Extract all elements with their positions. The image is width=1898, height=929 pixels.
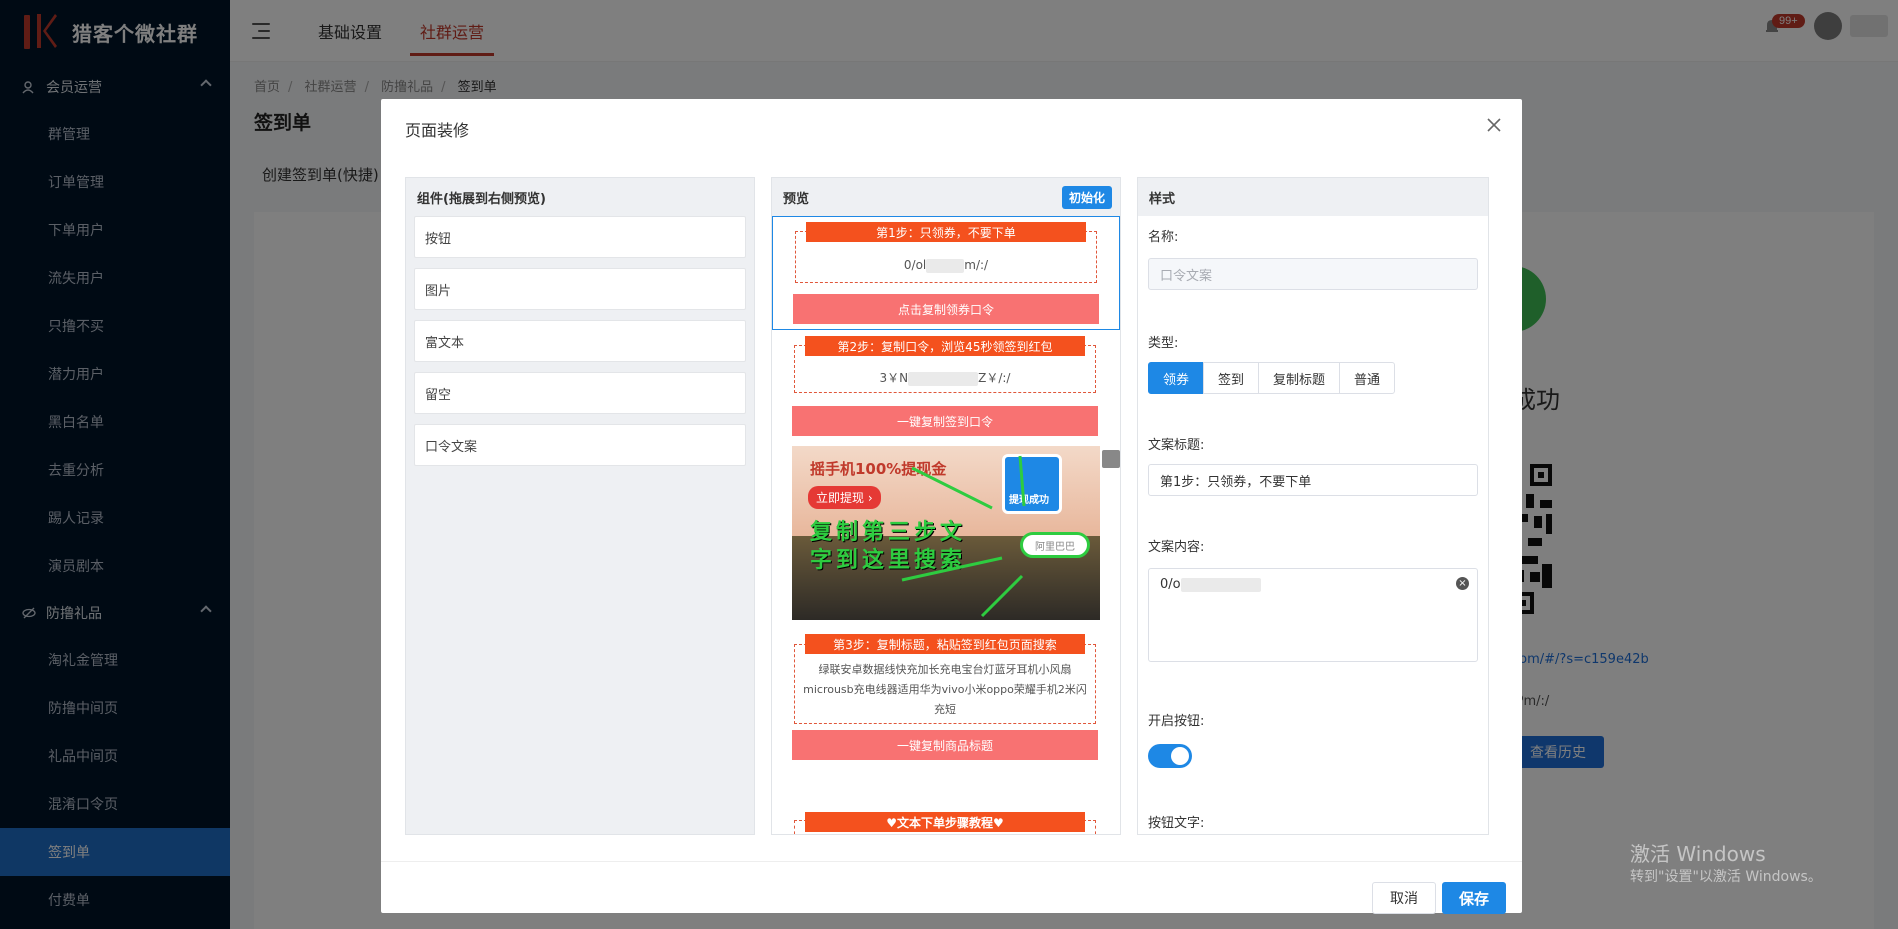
preview-block-step2[interactable]: 第2步：复制口令，浏览45秒领签到红包 3￥N Z￥/:/ 一键复制签到口令 — [772, 336, 1120, 440]
init-button[interactable]: 初始化 — [1061, 186, 1112, 209]
arrow-icon — [901, 455, 1026, 618]
preview-panel: 预览 初始化 第1步：只领券，不要下单 0/ol m/:/ 点击复制领券口令 第2… — [771, 177, 1121, 835]
name-input[interactable]: 口令文案 — [1148, 258, 1478, 290]
type-signin-option[interactable]: 签到 — [1203, 362, 1260, 394]
component-richtext[interactable]: 富文本 — [414, 320, 746, 362]
dialog-footer: 取消 保存 — [381, 861, 1522, 914]
step2-label: 第2步：复制口令，浏览45秒领签到红包 — [805, 336, 1085, 356]
enable-button-switch[interactable] — [1148, 744, 1192, 768]
cancel-button[interactable]: 取消 — [1372, 882, 1436, 914]
step3-text: 绿联安卓数据线快充加长充电宝台灯蓝牙耳机小风扇microusb充电线器适用华为v… — [803, 663, 1087, 716]
copy-content-label: 文案内容: — [1148, 540, 1205, 555]
promo-image[interactable]: 摇手机100%提现金 立即提现 › 提现成功 复制第三步文 字到这里搜索 阿里巴… — [792, 446, 1100, 620]
step4-label: ♥文本下单步骤教程♥ — [805, 812, 1085, 832]
step2-code: 3￥N Z￥/:/ — [879, 371, 1011, 386]
dialog-title: 页面装修 — [405, 121, 470, 140]
step1-label: 第1步：只领券，不要下单 — [806, 222, 1086, 242]
style-panel: 样式 名称: 口令文案 类型: 领券 签到 复制标题 普通 文案标题: 第1步：… — [1137, 177, 1489, 835]
copy-title-label: 文案标题: — [1148, 438, 1205, 453]
save-button[interactable]: 保存 — [1442, 882, 1506, 914]
components-header: 组件(拖展到右侧预览) — [406, 178, 754, 216]
preview-block-step3[interactable]: 第3步：复制标题，粘贴签到红包页面搜索 绿联安卓数据线快充加长充电宝台灯蓝牙耳机… — [772, 634, 1120, 760]
type-label: 类型: — [1148, 336, 1179, 351]
preview-header: 预览 初始化 — [772, 178, 1120, 216]
component-button[interactable]: 按钮 — [414, 216, 746, 258]
page-decoration-dialog: 页面装修 组件(拖展到右侧预览) 按钮 图片 富文本 留空 口令文案 预览 初始… — [381, 99, 1522, 914]
copy-signin-code-button[interactable]: 一键复制签到口令 — [792, 406, 1098, 436]
component-code-text[interactable]: 口令文案 — [414, 424, 746, 466]
preview-block-step1[interactable]: 第1步：只领券，不要下单 0/ol m/:/ 点击复制领券口令 — [772, 216, 1120, 330]
component-image[interactable]: 图片 — [414, 268, 746, 310]
style-header: 样式 — [1138, 178, 1488, 216]
close-icon[interactable] — [1484, 115, 1504, 135]
preview-header-label: 预览 — [783, 191, 810, 207]
windows-watermark-sub: 转到"设置"以激活 Windows。 — [1630, 869, 1822, 885]
type-copy-title-option[interactable]: 复制标题 — [1258, 362, 1341, 394]
copy-title-input[interactable]: 第1步：只领券，不要下单 — [1148, 464, 1478, 496]
step3-label: 第3步：复制标题，粘贴签到红包页面搜索 — [805, 634, 1085, 654]
clear-icon[interactable]: × — [1456, 577, 1469, 590]
copy-coupon-code-button[interactable]: 点击复制领券口令 — [793, 294, 1099, 324]
preview-canvas: 第1步：只领券，不要下单 0/ol m/:/ 点击复制领券口令 第2步：复制口令，… — [772, 216, 1120, 834]
component-spacer[interactable]: 留空 — [414, 372, 746, 414]
copy-content-textarea[interactable]: 0/o × — [1148, 568, 1478, 662]
button-text-label: 按钮文字: — [1148, 816, 1205, 831]
name-label: 名称: — [1148, 230, 1179, 245]
delete-icon[interactable] — [1102, 450, 1120, 468]
windows-watermark: 激活 Windows — [1630, 842, 1766, 866]
step1-code: 0/ol m/:/ — [903, 258, 989, 273]
type-coupon-option[interactable]: 领券 — [1148, 362, 1205, 394]
copy-product-title-button[interactable]: 一键复制商品标题 — [792, 730, 1098, 760]
components-panel: 组件(拖展到右侧预览) 按钮 图片 富文本 留空 口令文案 — [405, 177, 755, 835]
type-normal-option[interactable]: 普通 — [1339, 362, 1396, 394]
copy-content-value: 0/o — [1160, 577, 1181, 592]
preview-block-step4[interactable]: ♥文本下单步骤教程♥ — [772, 812, 1120, 834]
type-selector: 领券 签到 复制标题 普通 — [1148, 362, 1396, 394]
enable-button-label: 开启按钮: — [1148, 714, 1205, 729]
